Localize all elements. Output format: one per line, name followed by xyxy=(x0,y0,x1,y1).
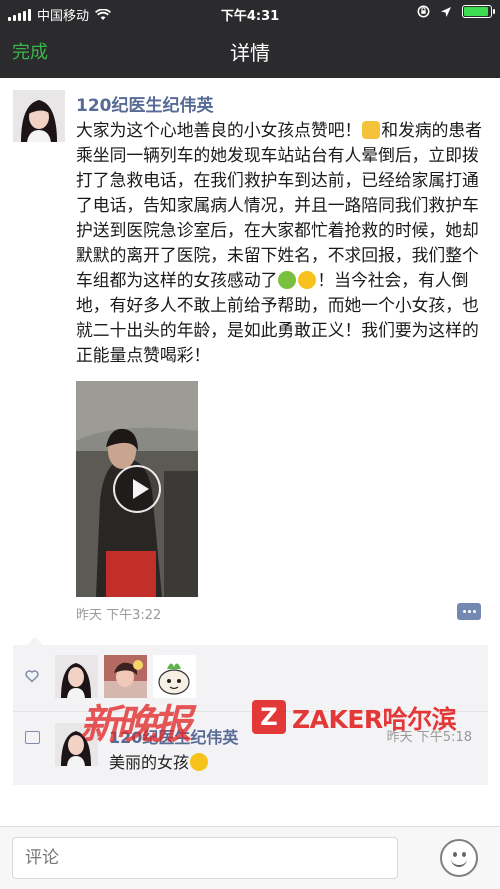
comment-body: 美丽的女孩 xyxy=(109,753,190,772)
status-bar: 中国移动 下午4:31 xyxy=(0,0,500,26)
comment-more-button[interactable] xyxy=(457,603,481,620)
page-title: 详情 xyxy=(230,41,270,65)
post-timestamp: 昨天 下午3:22 xyxy=(76,608,162,623)
video-thumbnail[interactable] xyxy=(76,381,198,597)
emoji-button[interactable] xyxy=(440,839,478,877)
comment-icon xyxy=(25,731,40,744)
commenter-avatar[interactable] xyxy=(55,723,98,766)
comment-timestamp: 昨天 下午5:18 xyxy=(386,730,472,745)
divider xyxy=(13,711,488,712)
liker-avatar[interactable] xyxy=(153,655,196,698)
comment-input[interactable] xyxy=(12,837,398,879)
author-name[interactable]: 120纪医生纪伟英 xyxy=(76,91,214,116)
play-button[interactable] xyxy=(113,465,161,513)
liker-avatar[interactable] xyxy=(55,655,98,698)
commenter-name[interactable]: 120纪医生纪伟英 xyxy=(109,724,238,748)
comment-text: 美丽的女孩 xyxy=(109,749,209,773)
liker-avatar[interactable] xyxy=(104,655,147,698)
rotation-lock-icon xyxy=(417,5,430,18)
comment-bar xyxy=(0,826,500,889)
interaction-panel: 120纪医生纪伟英 昨天 下午5:18 美丽的女孩 xyxy=(13,637,488,785)
post-text: 大家为这个心地善良的小女孩点赞吧！ 和发病的患者乘坐同一辆列车的她发现车站站台有人… xyxy=(76,118,488,368)
sun-icon xyxy=(298,271,317,289)
nav-bar: 完成 详情 xyxy=(0,26,500,78)
post-text-part-1: 大家为这个心地善良的小女孩点赞吧！ xyxy=(76,120,362,140)
location-icon xyxy=(441,6,451,17)
thumbs-up-icon xyxy=(362,121,381,139)
battery-icon xyxy=(462,5,495,18)
frog-icon xyxy=(278,271,297,289)
post-text-part-2: 和发病的患者乘坐同一辆列车的她发现车站站台有人晕倒后，立即拨打了急救电话，在我们… xyxy=(76,120,482,290)
author-avatar[interactable] xyxy=(13,90,65,142)
smile-emoji-icon xyxy=(190,753,209,771)
heart-icon xyxy=(25,670,39,683)
